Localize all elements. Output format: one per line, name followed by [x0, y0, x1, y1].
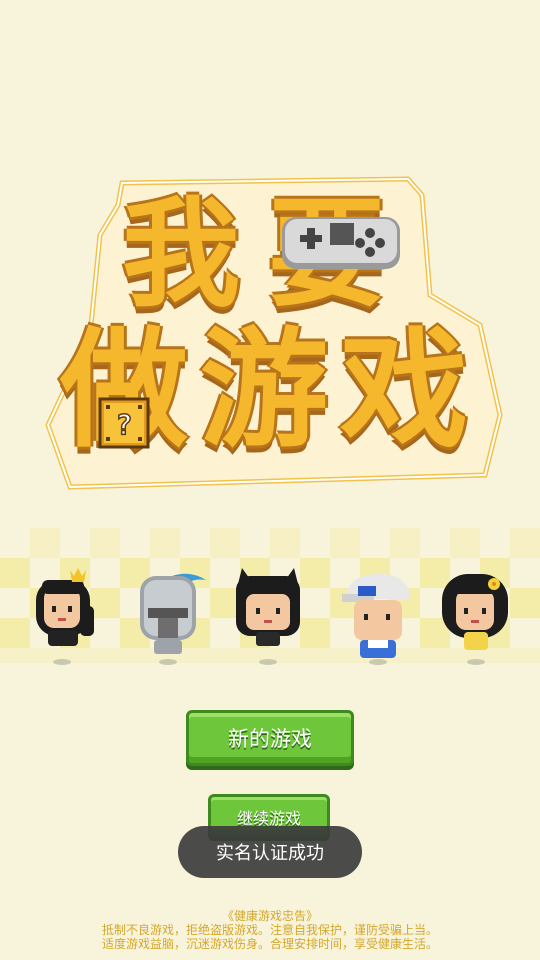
new-game-button[interactable]: 新的游戏: [186, 710, 354, 766]
logo-char-you: 游: [200, 316, 329, 465]
character-princess[interactable]: [22, 560, 102, 670]
game-logo: 我 要 做 游 戏 ?: [30, 175, 510, 495]
logo-char-wo: 我: [122, 185, 241, 323]
question-block-icon: ?: [98, 397, 150, 449]
character-cap-boy[interactable]: [338, 560, 418, 670]
character-knight[interactable]: [128, 560, 208, 670]
logo-char-xi: 戏: [340, 316, 469, 465]
gamepad-icon: [282, 217, 400, 269]
character-flower-girl[interactable]: [436, 560, 516, 670]
health-notice-title: 《健康游戏忠告》: [221, 909, 318, 923]
character-cat-girl[interactable]: [228, 560, 308, 670]
health-notice-line2: 适度游戏益脑，沉迷游戏伤身。合理安排时间，享受健康生活。: [101, 937, 438, 951]
svg-text:?: ?: [116, 408, 133, 441]
health-notice: 《健康游戏忠告》 抵制不良游戏，拒绝盗版游戏。注意自我保护，谨防受骗上当。 适度…: [0, 909, 540, 951]
character-row: [0, 560, 540, 670]
health-notice-line1: 抵制不良游戏，拒绝盗版游戏。注意自我保护，谨防受骗上当。: [101, 923, 438, 937]
toast-message: 实名认证成功: [178, 826, 362, 878]
